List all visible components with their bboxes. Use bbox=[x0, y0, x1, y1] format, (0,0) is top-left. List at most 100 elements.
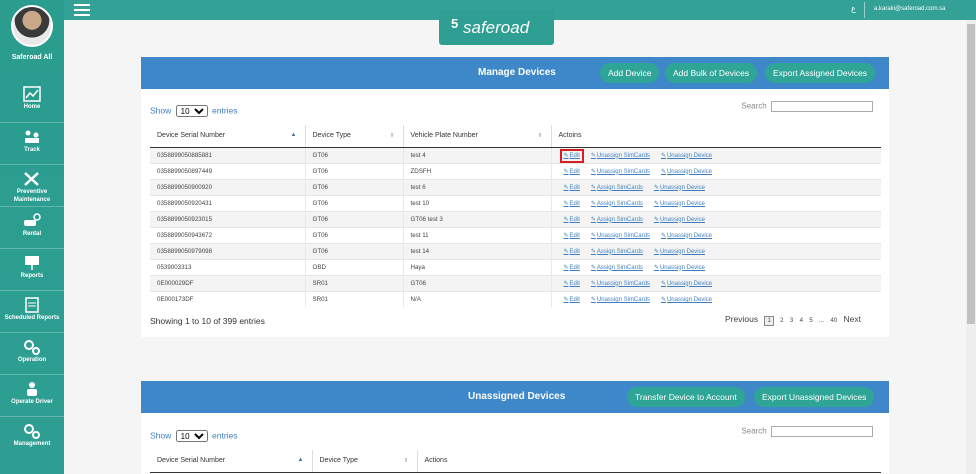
pager-previous[interactable]: Previous bbox=[725, 314, 758, 324]
edit-link[interactable]: ✎Edit bbox=[564, 233, 580, 239]
table-info: Showing 1 to 10 of 399 entries bbox=[150, 316, 265, 326]
unassign-device-link[interactable]: ✎Unassign Device bbox=[654, 217, 705, 223]
sidebar-item-scheduled-reports[interactable]: Scheduled Reports bbox=[0, 290, 64, 332]
sidebar-item-operate-driver[interactable]: Operate Driver bbox=[0, 374, 64, 416]
col-device-serial[interactable]: Device Serial Number ▲ bbox=[150, 450, 312, 473]
sidebar-item-track[interactable]: Track bbox=[0, 122, 64, 164]
cell-serial: 0358899050885881 bbox=[150, 146, 305, 163]
export-unassigned-devices-button[interactable]: Export Unassigned Devices bbox=[754, 387, 875, 407]
edit-link[interactable]: ✎Edit bbox=[559, 148, 584, 163]
cell-plate: ZDSFH bbox=[402, 162, 551, 179]
cell-plate: Haya bbox=[402, 258, 551, 275]
entries-select[interactable]: 10 bbox=[175, 105, 208, 117]
pager-page-3[interactable]: 3 bbox=[790, 318, 793, 324]
col-vehicle-plate[interactable]: Vehicle Plate Number ⬍ bbox=[402, 125, 551, 148]
edit-link[interactable]: ✎Edit bbox=[564, 249, 580, 255]
hamburger-menu-icon[interactable] bbox=[74, 4, 90, 16]
sidebar-item-reports[interactable]: Reports bbox=[0, 248, 64, 290]
sidebar-item-preventive-maintenance[interactable]: Preventive Maintenance bbox=[0, 164, 64, 206]
pager-page-last[interactable]: 40 bbox=[830, 318, 837, 324]
edit-icon: ✎ bbox=[660, 296, 666, 303]
table-row: 0539003313 OBD Haya ✎Edit ✎Assign SimCards ✎U… bbox=[150, 258, 881, 275]
edit-link[interactable]: ✎Edit bbox=[564, 201, 580, 207]
pager-page-4[interactable]: 4 bbox=[800, 318, 803, 324]
cell-serial: 0E000173DF bbox=[150, 290, 305, 307]
col-device-type[interactable]: Device Type ⬍ bbox=[304, 125, 403, 148]
cell-actions: ✎Edit ✎Unassign SimCards ✎Unassign Device bbox=[550, 146, 881, 163]
simcard-link[interactable]: ✎Assign SimCards bbox=[591, 201, 643, 207]
show-label: Show bbox=[150, 105, 172, 116]
edit-icon: ✎ bbox=[563, 296, 569, 303]
simcard-link[interactable]: ✎Assign SimCards bbox=[591, 249, 643, 255]
unassign-device-link[interactable]: ✎Unassign Device bbox=[654, 265, 705, 271]
unassign-device-link[interactable]: ✎Unassign Device bbox=[661, 233, 712, 239]
unassign-device-link[interactable]: ✎Unassign Device bbox=[661, 281, 712, 287]
sidebar-item-operation[interactable]: Operation bbox=[0, 332, 64, 374]
cell-type: GT06 bbox=[304, 194, 403, 211]
pager-page-5[interactable]: 5 bbox=[809, 318, 812, 324]
language-toggle[interactable]: ع bbox=[851, 4, 856, 13]
add-device-button[interactable]: Add Device bbox=[600, 63, 660, 83]
edit-label: Edit bbox=[569, 248, 580, 255]
gears-icon bbox=[24, 424, 40, 439]
scrollbar-thumb[interactable] bbox=[967, 24, 975, 324]
cell-plate: test 10 bbox=[402, 194, 551, 211]
unassign-device-label: Unassign Device bbox=[666, 232, 712, 239]
simcard-label: Unassign SimCards bbox=[596, 232, 650, 239]
avatar[interactable] bbox=[11, 5, 53, 47]
cell-serial: 0358899050897449 bbox=[150, 162, 305, 179]
edit-label: Edit bbox=[569, 152, 580, 159]
page-scrollbar[interactable] bbox=[966, 20, 976, 474]
user-name: Saferoad All bbox=[11, 54, 53, 61]
simcard-link[interactable]: ✎Unassign SimCards bbox=[591, 281, 650, 287]
edit-link[interactable]: ✎Edit bbox=[564, 169, 580, 175]
pager-page-1[interactable]: 1 bbox=[764, 316, 774, 326]
user-email[interactable]: a.karaki@saferoad.com.sa bbox=[874, 6, 945, 12]
transfer-device-button[interactable]: Transfer Device to Account bbox=[627, 387, 745, 407]
export-assigned-devices-button[interactable]: Export Assigned Devices bbox=[765, 63, 876, 83]
simcard-label: Assign SimCards bbox=[596, 264, 643, 271]
simcard-link[interactable]: ✎Assign SimCards bbox=[591, 217, 643, 223]
simcard-label: Assign SimCards bbox=[596, 248, 643, 255]
simcard-link[interactable]: ✎Assign SimCards bbox=[591, 265, 643, 271]
cell-serial: 0E000029DF bbox=[150, 274, 305, 291]
entries-select[interactable]: 10 bbox=[175, 430, 208, 442]
simcard-link[interactable]: ✎Unassign SimCards bbox=[591, 297, 650, 303]
edit-link[interactable]: ✎Edit bbox=[564, 297, 580, 303]
logo-mark: 5 bbox=[451, 16, 459, 31]
simcard-link[interactable]: ✎Unassign SimCards bbox=[591, 169, 650, 175]
pager-next[interactable]: Next bbox=[844, 314, 861, 324]
unassign-device-label: Unassign Device bbox=[659, 216, 705, 223]
cell-actions: ✎Edit ✎Assign SimCards ✎Unassign Device bbox=[550, 178, 881, 195]
unassign-device-link[interactable]: ✎Unassign Device bbox=[661, 169, 712, 175]
add-bulk-devices-button[interactable]: Add Bulk of Devices bbox=[665, 63, 758, 83]
unassign-device-link[interactable]: ✎Unassign Device bbox=[654, 185, 705, 191]
edit-link[interactable]: ✎Edit bbox=[564, 265, 580, 271]
cell-serial: 0539003313 bbox=[150, 258, 305, 275]
edit-link[interactable]: ✎Edit bbox=[564, 217, 580, 223]
simcard-label: Assign SimCards bbox=[596, 216, 643, 223]
unassign-device-link[interactable]: ✎Unassign Device bbox=[654, 249, 705, 255]
simcard-link[interactable]: ✎Unassign SimCards bbox=[591, 153, 650, 159]
simcard-link[interactable]: ✎Unassign SimCards bbox=[591, 233, 650, 239]
edit-icon: ✎ bbox=[590, 200, 596, 207]
col-device-type[interactable]: Device Type ⬍ bbox=[311, 450, 417, 473]
col-device-serial[interactable]: Device Serial Number ▲ bbox=[150, 125, 305, 148]
pager-page-2[interactable]: 2 bbox=[780, 318, 783, 324]
table-row: 0358899050979098 GT06 test 14 ✎Edit ✎Assign … bbox=[150, 242, 881, 259]
unassign-device-link[interactable]: ✎Unassign Device bbox=[661, 297, 712, 303]
cell-serial: 0358899050943672 bbox=[150, 226, 305, 243]
edit-label: Edit bbox=[569, 200, 580, 207]
simcard-link[interactable]: ✎Assign SimCards bbox=[591, 185, 643, 191]
search-input[interactable] bbox=[771, 426, 873, 437]
unassign-device-link[interactable]: ✎Unassign Device bbox=[661, 153, 712, 159]
edit-link[interactable]: ✎Edit bbox=[564, 281, 580, 287]
sidebar-item-rental[interactable]: Rental bbox=[0, 206, 64, 248]
edit-icon: ✎ bbox=[660, 152, 666, 159]
sidebar-item-home[interactable]: Home bbox=[0, 80, 64, 122]
unassign-device-link[interactable]: ✎Unassign Device bbox=[654, 201, 705, 207]
edit-link[interactable]: ✎Edit bbox=[564, 185, 580, 191]
sidebar-nav: Home Track Preventive Maintenance Rental… bbox=[0, 80, 64, 458]
sidebar-item-management[interactable]: Management bbox=[0, 416, 64, 458]
search-input[interactable] bbox=[771, 101, 873, 112]
